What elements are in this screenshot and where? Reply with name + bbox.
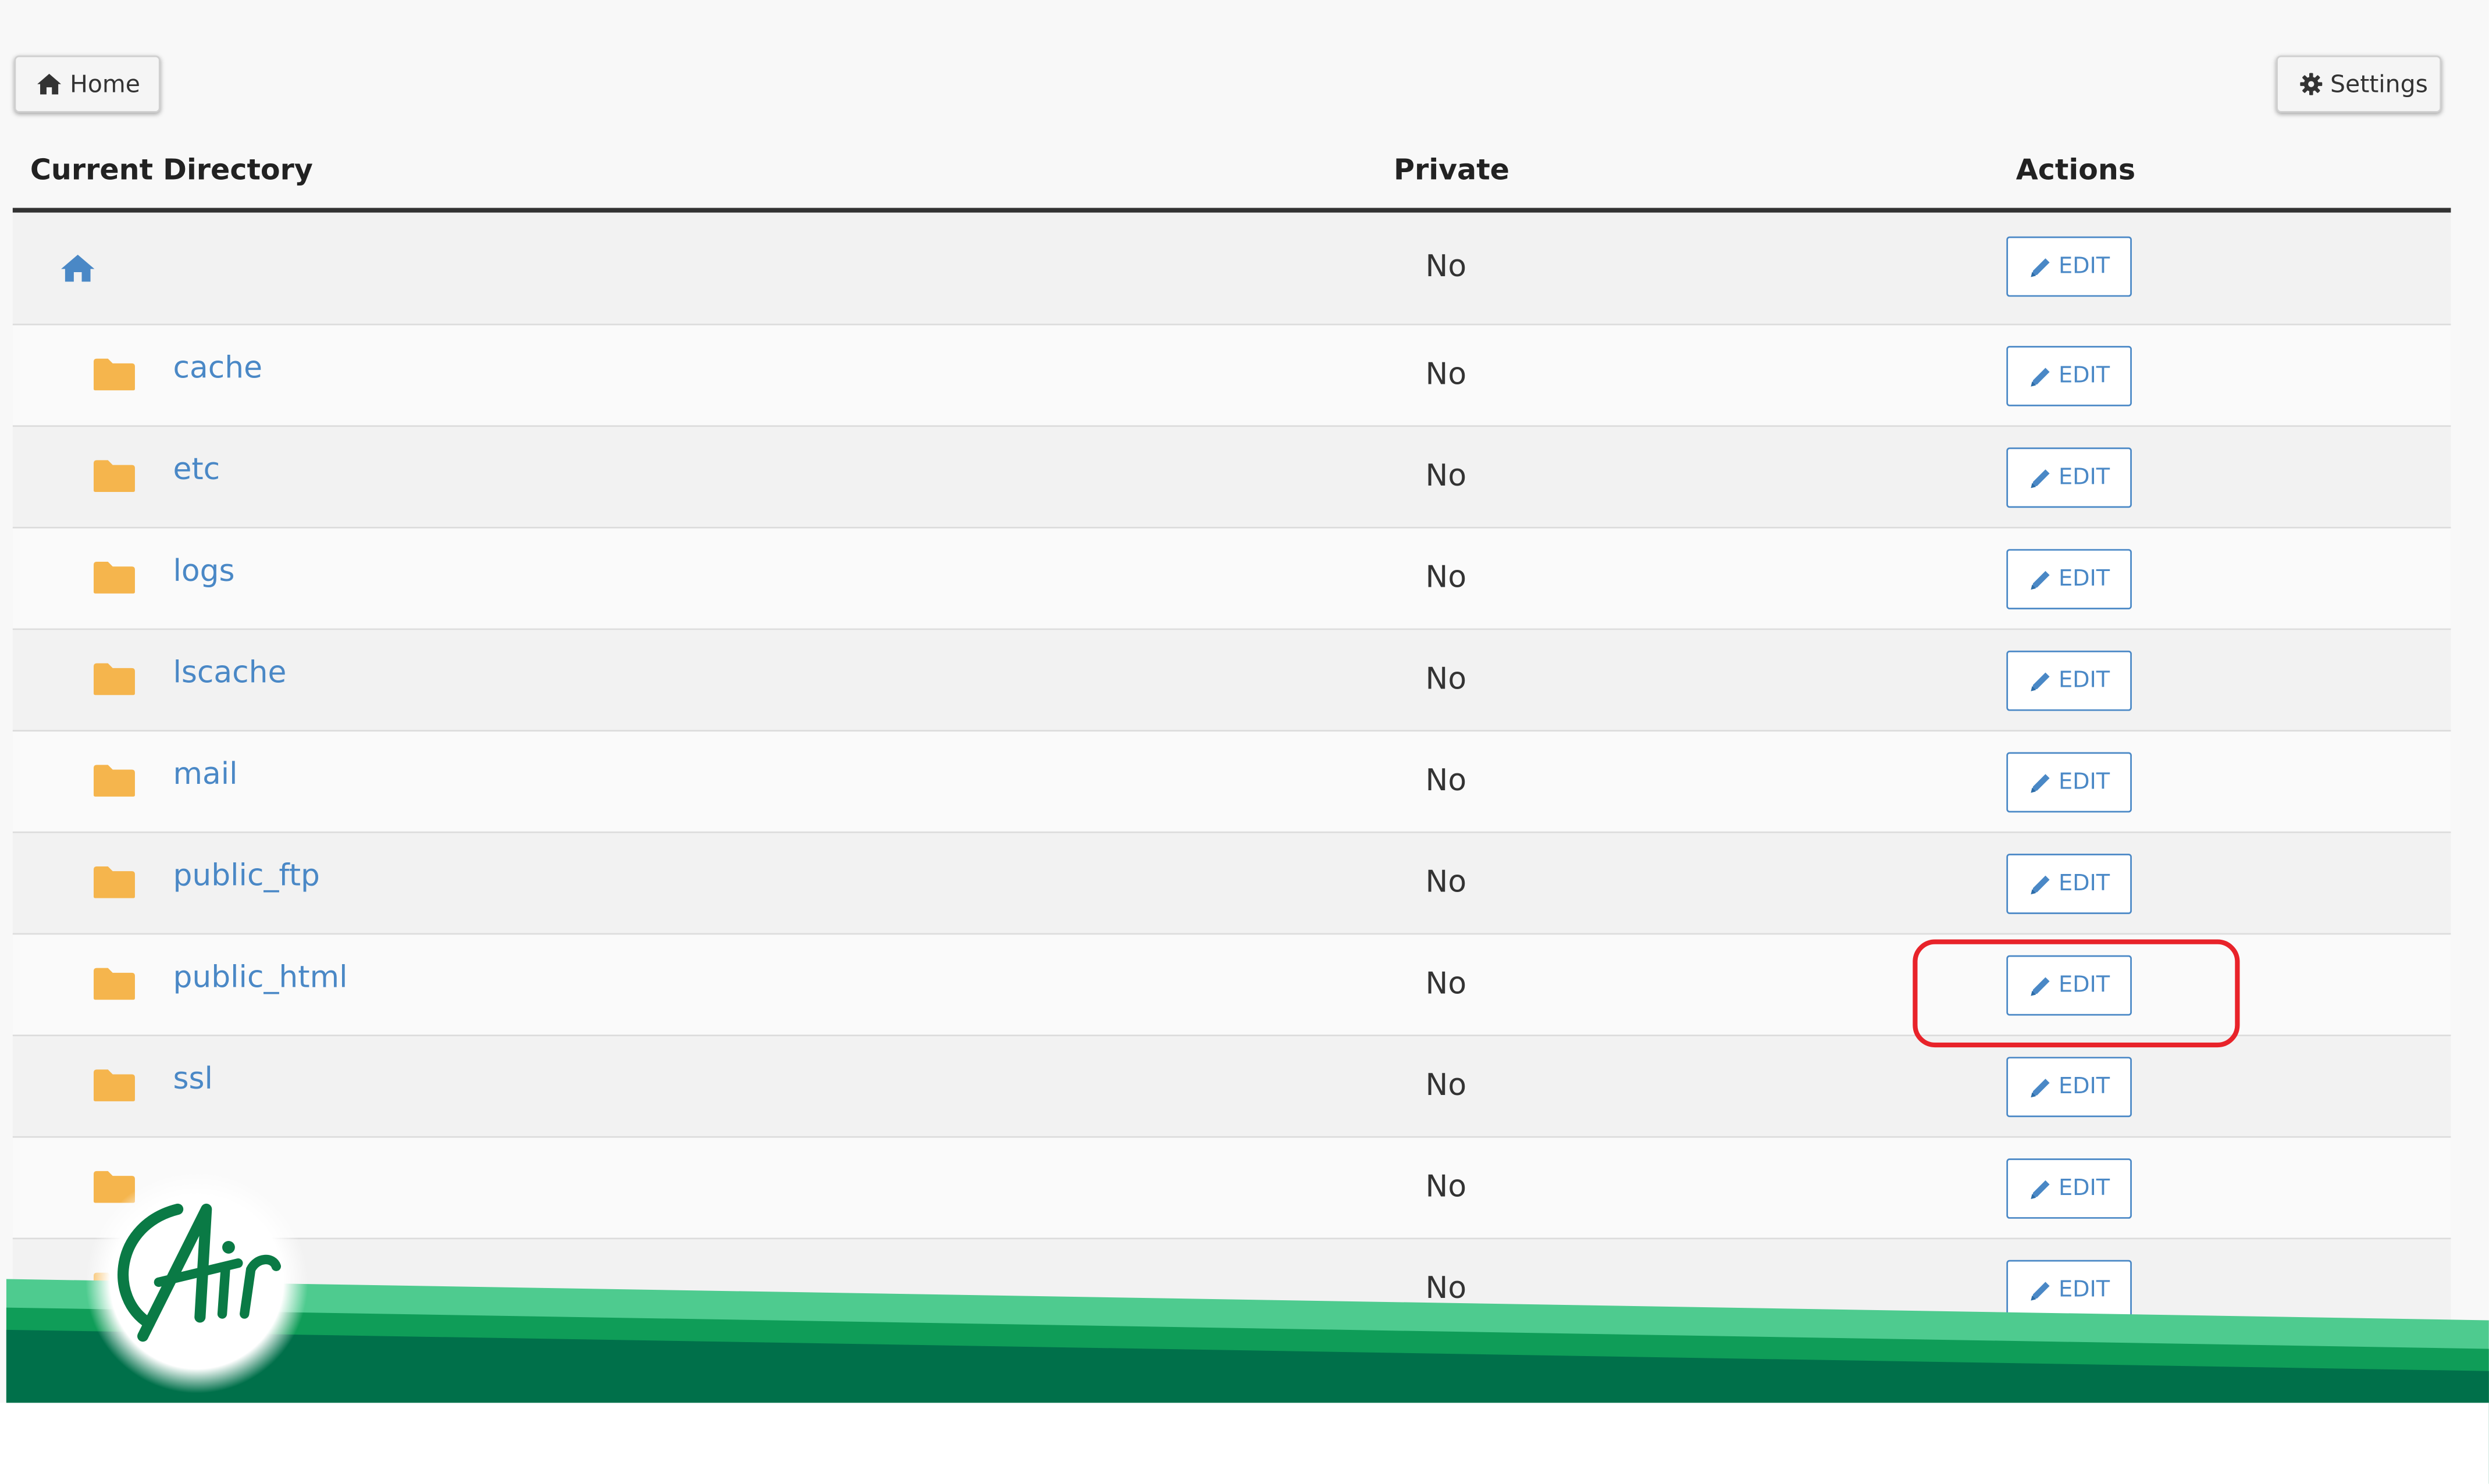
table-row: public_html No EDIT xyxy=(12,934,2451,1036)
directory-table: Current Directory Private Actions No EDIT… xyxy=(12,135,2451,1341)
table-row: ssl No EDIT xyxy=(12,1036,2451,1138)
pencil-icon xyxy=(2028,669,2059,693)
header-actions: Actions xyxy=(2016,154,2136,188)
edit-button[interactable]: EDIT xyxy=(2006,955,2132,1016)
pencil-icon xyxy=(2028,364,2059,388)
edit-button-label: EDIT xyxy=(2058,668,2110,694)
directory-link[interactable]: mail xyxy=(173,757,237,792)
private-status: No xyxy=(1425,458,1467,494)
edit-button[interactable]: EDIT xyxy=(2006,236,2132,297)
settings-button-label: Settings xyxy=(2330,70,2428,99)
directory-link[interactable]: lscache xyxy=(173,655,286,690)
table-header: Current Directory Private Actions xyxy=(12,135,2451,213)
edit-button-label: EDIT xyxy=(2058,769,2110,795)
pencil-icon xyxy=(2028,1176,2059,1200)
home-button[interactable]: Home xyxy=(14,55,161,113)
air-logo xyxy=(86,1171,308,1393)
table-row: logs No EDIT xyxy=(12,528,2451,630)
edit-button[interactable]: EDIT xyxy=(2006,854,2132,914)
table-row: No EDIT xyxy=(12,1137,2451,1240)
private-status: No xyxy=(1425,1068,1467,1103)
pencil-icon xyxy=(2028,1075,2059,1099)
edit-button-label: EDIT xyxy=(2058,871,2110,897)
edit-button[interactable]: EDIT xyxy=(2006,447,2132,508)
table-row: No EDIT xyxy=(12,212,2451,326)
directory-link[interactable]: ssl xyxy=(173,1062,212,1097)
folder-icon xyxy=(92,662,136,705)
pencil-icon xyxy=(2028,973,2059,997)
home-icon[interactable] xyxy=(60,254,95,291)
header-private: Private xyxy=(1393,154,1510,188)
pencil-icon xyxy=(2028,872,2059,896)
page-footer-space xyxy=(0,1403,2489,1484)
private-status: No xyxy=(1425,661,1467,697)
folder-icon xyxy=(92,459,136,502)
home-icon xyxy=(37,73,62,95)
edit-button-label: EDIT xyxy=(2058,1277,2110,1303)
home-button-label: Home xyxy=(70,70,140,99)
private-status: No xyxy=(1425,560,1467,595)
directory-link[interactable]: cache xyxy=(173,351,262,386)
edit-button-label: EDIT xyxy=(2058,254,2110,280)
table-row: etc No EDIT xyxy=(12,427,2451,529)
edit-button-label: EDIT xyxy=(2058,566,2110,592)
directory-link[interactable]: public_html xyxy=(173,960,347,995)
edit-button-label: EDIT xyxy=(2058,363,2110,389)
folder-icon xyxy=(92,1068,136,1111)
pencil-icon xyxy=(2028,1278,2059,1302)
folder-icon xyxy=(92,764,136,807)
header-current-directory: Current Directory xyxy=(30,154,313,188)
pencil-icon xyxy=(2028,568,2059,591)
edit-button-label: EDIT xyxy=(2058,1074,2110,1100)
directory-link[interactable]: etc xyxy=(173,452,220,487)
table-row: lscache No EDIT xyxy=(12,630,2451,732)
gear-icon xyxy=(2300,73,2323,95)
table-body: No EDIT cache No EDIT etc No EDIT logs No EDIT lsca… xyxy=(12,212,2451,1341)
edit-button-label: EDIT xyxy=(2058,465,2110,491)
folder-icon xyxy=(92,560,136,603)
folder-icon xyxy=(92,966,136,1009)
folder-icon xyxy=(92,865,136,908)
edit-button-label: EDIT xyxy=(2058,1176,2110,1201)
private-status: No xyxy=(1425,1169,1467,1205)
private-status: No xyxy=(1425,865,1467,900)
file-manager-page: Home Settings Current Directory Private … xyxy=(0,0,2489,1484)
table-row: public_ftp No EDIT xyxy=(12,833,2451,935)
edit-button[interactable]: EDIT xyxy=(2006,345,2132,406)
folder-icon xyxy=(92,357,136,400)
edit-button[interactable]: EDIT xyxy=(2006,1260,2132,1321)
table-row: mail No EDIT xyxy=(12,732,2451,833)
edit-button[interactable]: EDIT xyxy=(2006,752,2132,813)
private-status: No xyxy=(1425,357,1467,393)
pencil-icon xyxy=(2028,770,2059,794)
table-row: No EDIT xyxy=(12,1239,2451,1341)
edit-button[interactable]: EDIT xyxy=(2006,549,2132,609)
private-status: No xyxy=(1425,249,1467,284)
settings-button[interactable]: Settings xyxy=(2276,55,2442,113)
table-row: cache No EDIT xyxy=(12,325,2451,427)
directory-link[interactable]: public_ftp xyxy=(173,858,320,893)
private-status: No xyxy=(1425,763,1467,798)
pencil-icon xyxy=(2028,255,2059,279)
edit-button-label: EDIT xyxy=(2058,972,2110,998)
edit-button[interactable]: EDIT xyxy=(2006,1057,2132,1118)
edit-button[interactable]: EDIT xyxy=(2006,1158,2132,1219)
directory-link[interactable]: logs xyxy=(173,554,234,588)
edit-button[interactable]: EDIT xyxy=(2006,650,2132,711)
pencil-icon xyxy=(2028,466,2059,490)
private-status: No xyxy=(1425,1271,1467,1306)
private-status: No xyxy=(1425,966,1467,1001)
